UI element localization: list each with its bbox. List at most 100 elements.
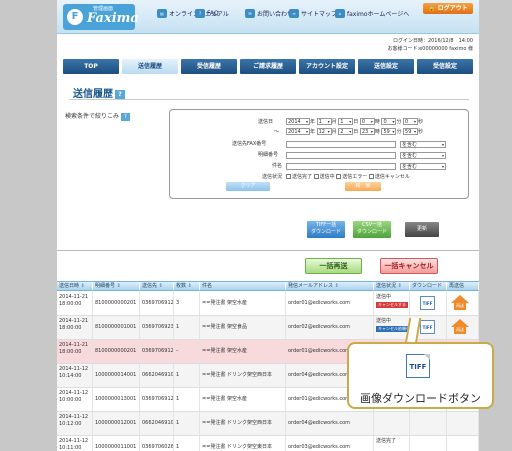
tab-account-settings[interactable]: アカウント設定 — [299, 59, 355, 74]
cell-pages: 1 — [174, 364, 200, 387]
button-line: TIFF一括 — [315, 222, 337, 228]
col-status[interactable]: 送信状況 — [374, 282, 410, 290]
filter-label-text: 検索条件で絞りこみ — [65, 113, 120, 120]
unit-label: 分 — [396, 129, 402, 135]
to-day-select[interactable]: 2 — [338, 128, 354, 135]
from-month-select[interactable]: 1 — [316, 118, 332, 125]
bulk-resend-button[interactable]: 一括再送 — [305, 258, 362, 274]
tab-receive-history[interactable]: 受信履歴 — [181, 59, 237, 74]
cell-destination: 0369706912 — [140, 388, 174, 411]
faximo-logo[interactable]: F 管理画面 Faxima — [63, 4, 139, 30]
col-subject: 件名 — [200, 282, 286, 290]
cell-subject: ==発注書 ドリンク架空西日本 — [200, 364, 286, 387]
nav-label: faximoホームページへ — [347, 11, 410, 18]
tab-billing-history[interactable]: ご請求履歴 — [240, 59, 296, 74]
tiff-bulk-download-button[interactable]: TIFF一括 ダウンロード — [307, 221, 345, 238]
from-hour-select[interactable]: 0 — [359, 118, 375, 125]
callout-text: 画像ダウンロードボタン — [360, 392, 481, 405]
subject-input[interactable] — [286, 163, 396, 170]
nav-contact[interactable]: ✉ お問い合わせ — [245, 9, 293, 18]
col-pages[interactable]: 枚数 — [174, 282, 200, 290]
nav-sitemap[interactable]: ≡ サイトマップ — [289, 9, 337, 18]
checkbox-label: 送信中 — [319, 174, 335, 180]
status-label: 送信状況 — [262, 174, 283, 180]
csv-bulk-download-button[interactable]: CSV一括 ダウンロード — [353, 221, 391, 238]
cell-status: 送信中キャンセル依頼中 — [374, 316, 410, 339]
to-min-select[interactable]: 59 — [381, 128, 397, 135]
cancel-status-badge[interactable]: キャンセル依頼中 — [376, 326, 409, 332]
logo-mark-icon: F — [67, 9, 83, 25]
to-month-select[interactable]: 12 — [316, 128, 332, 135]
cell-date: 2014-11-12 — [59, 390, 89, 396]
from-year-select[interactable]: 2014 — [286, 118, 310, 125]
filter-label: 検索条件で絞りこみ ? — [65, 111, 130, 121]
cell-date: 2014-11-12 — [59, 414, 89, 420]
tiff-download-icon[interactable]: TIFF — [420, 296, 435, 310]
fax-match-select[interactable]: を含む — [400, 141, 446, 148]
search-button[interactable]: 検 索 — [345, 182, 381, 191]
help-icon[interactable]: ? — [115, 89, 125, 99]
from-min-select[interactable]: 0 — [381, 118, 397, 125]
detail-number-input[interactable] — [286, 152, 396, 159]
cell-detail-number: 1000000012001 — [93, 412, 140, 435]
cell-pages: 1 — [174, 436, 200, 451]
table-row: 2014-11-21 18:00:00 8100000000201 036970691… — [57, 292, 479, 316]
to-sec-select[interactable]: 59 — [403, 128, 419, 135]
from-sec-select[interactable]: 0 — [403, 118, 419, 125]
col-send-datetime[interactable]: 送信日時 — [57, 282, 93, 290]
cell-date: 2014-11-12 — [59, 366, 89, 372]
unit-label: 時 — [374, 119, 380, 125]
tab-top[interactable]: TOP — [63, 59, 119, 74]
send-date-label: 送信日 — [258, 119, 274, 125]
from-day-select[interactable]: 1 — [338, 118, 354, 125]
fax-number-input[interactable] — [286, 141, 396, 148]
cell-download: TIFF — [410, 292, 447, 315]
cell-resend: 再送 — [447, 292, 479, 315]
col-detail-number[interactable]: 明細番号 — [93, 282, 140, 290]
table-header: 送信日時 明細番号 送信先 枚数 件名 発信メールアドレス 送信状況 ダウンロー… — [57, 281, 479, 291]
help-icon[interactable]: ? — [120, 113, 130, 121]
to-year-select[interactable]: 2014 — [286, 128, 310, 135]
status-cancel-checkbox[interactable]: 送信キャンセル — [368, 174, 410, 180]
status-text: 送信中 — [376, 318, 392, 324]
detail-match-select[interactable]: を含む — [400, 152, 446, 159]
button-line: CSV一括 — [361, 222, 383, 228]
tab-send-history[interactable]: 送信履歴 — [122, 59, 178, 74]
divider — [57, 250, 479, 251]
nav-faximo-home[interactable]: ⌂ faximoホームページへ — [335, 9, 409, 18]
status-sending-checkbox[interactable]: 送信中 — [313, 174, 335, 180]
logout-button[interactable]: 🔒 ログアウト — [423, 3, 473, 14]
to-hour-select[interactable]: 23 — [359, 128, 375, 135]
resend-label: 再送 — [454, 302, 466, 310]
cell-resend — [447, 412, 479, 435]
status-complete-checkbox[interactable]: 送信完了 — [286, 174, 312, 180]
clear-button[interactable]: クリア — [226, 182, 270, 191]
col-sender-email[interactable]: 発信メールアドレス — [286, 282, 374, 290]
detail-number-label: 明細番号 — [258, 152, 279, 158]
subject-match-select[interactable]: を含む — [400, 163, 446, 170]
cell-detail-number: 8100000001001 — [93, 316, 140, 339]
status-row: 送信状況 送信完了 送信中 送信エラー 送信キャンセル — [170, 173, 470, 182]
faq-icon: ? — [195, 9, 205, 18]
tiff-download-icon[interactable]: TIFF — [420, 320, 435, 334]
checkbox-label: 送信完了 — [292, 174, 313, 180]
cancel-status-badge[interactable]: キャンセルする — [376, 302, 408, 308]
status-error-checkbox[interactable]: 送信エラー — [336, 174, 367, 180]
book-icon: ▤ — [157, 9, 167, 18]
unit-label: 日 — [353, 119, 359, 125]
bulk-cancel-button[interactable]: 一括キャンセル — [380, 258, 438, 274]
tab-send-settings[interactable]: 送信設定 — [358, 59, 414, 74]
nav-faq[interactable]: ? FAQ — [195, 9, 219, 18]
tiff-file-icon: TIFF — [406, 354, 430, 378]
cell-sender-email: order04@edicworks.com — [286, 412, 374, 435]
fax-number-label: 送信先FAX番号 — [232, 141, 267, 147]
unit-label: 年 — [310, 119, 316, 125]
cell-pages: 3 — [174, 292, 200, 315]
fax-number-row: 送信先FAX番号 を含む — [170, 140, 470, 149]
cell-sender-email: order03@edicworks.com — [286, 436, 374, 451]
tab-receive-settings[interactable]: 受信設定 — [417, 59, 473, 74]
sitemap-icon: ≡ — [289, 9, 299, 18]
account-info: ログイン日時：2016/12/8 14:00 お客様コード:e00000000 … — [388, 37, 474, 53]
col-destination[interactable]: 送信先 — [140, 282, 174, 290]
update-button[interactable]: 更新 — [405, 222, 439, 237]
